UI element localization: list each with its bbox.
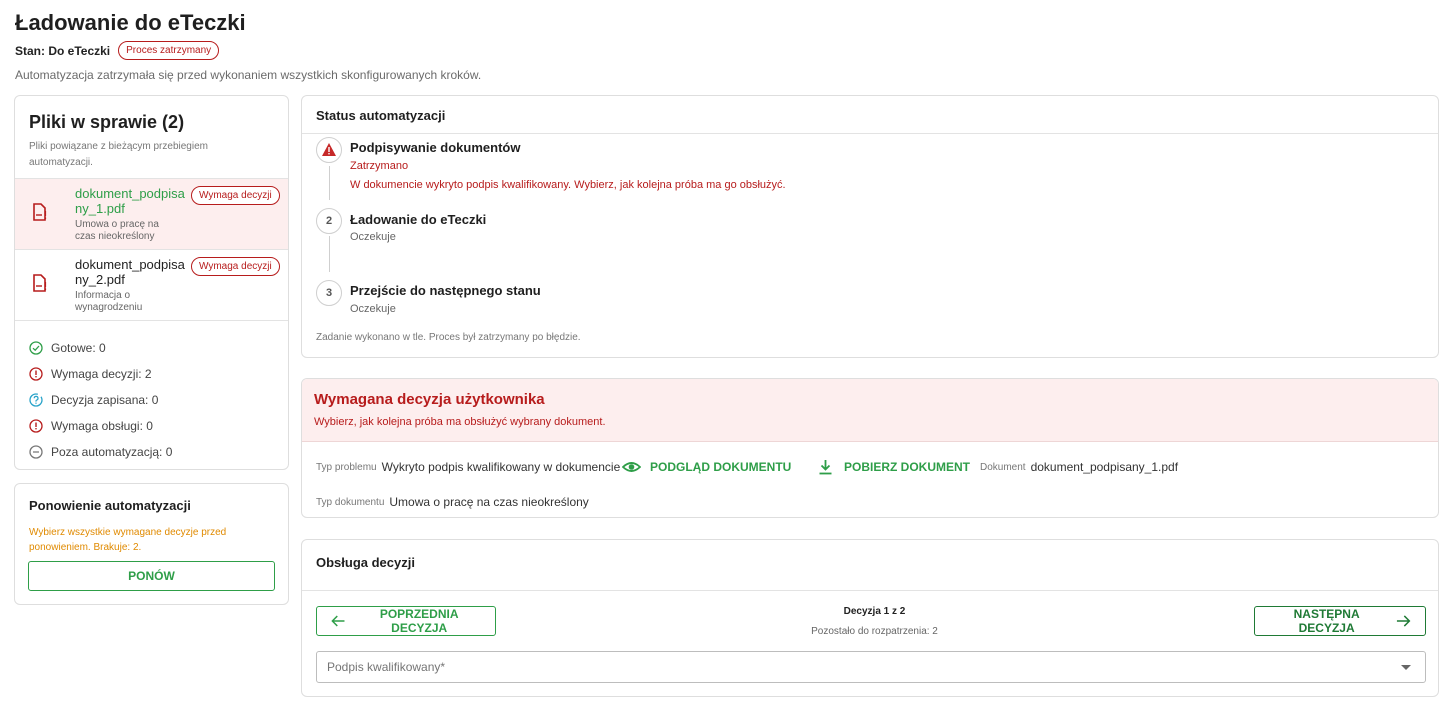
stat-ready: Gotowe: 0 [29, 335, 274, 361]
file-name: dokument_podpisany_1.pdf [75, 186, 185, 216]
step-connector [329, 166, 330, 200]
pdf-error-icon [33, 203, 47, 221]
eye-icon [622, 462, 641, 472]
download-document-button[interactable]: POBIERZ DOKUMENT [816, 459, 970, 475]
file-item-1[interactable]: dokument_podpisany_1.pdf Umowa o pracę n… [15, 179, 288, 250]
stat-outside-automation: Poza automatyzacją: 0 [29, 439, 274, 465]
problem-type: Typ problemu Wykryto podpis kwalifikowan… [316, 460, 620, 474]
retry-panel: Ponowienie automatyzacji Wybierz wszystk… [14, 483, 289, 605]
document-type-label: Typ dokumentu [316, 496, 385, 508]
stat-label: Gotowe: 0 [51, 341, 106, 355]
step-title: Przejście do następnego stanu [350, 283, 541, 298]
decision-pager: Decyzja 1 z 2 Pozostało do rozpatrzenia:… [792, 606, 957, 637]
preview-document-button[interactable]: PODGLĄD DOKUMENTU [622, 459, 791, 475]
arrow-right-icon [1397, 615, 1411, 627]
preview-document-label: PODGLĄD DOKUMENTU [650, 460, 792, 474]
file-badge: Wymaga decyzji [191, 257, 280, 276]
retry-button[interactable]: PONÓW [28, 561, 275, 591]
step-number-marker: 3 [316, 280, 342, 306]
handling-title: Obsługa decyzji [302, 540, 1438, 591]
stat-decision-saved: Decyzja zapisana: 0 [29, 387, 274, 413]
problem-type-label: Typ problemu [316, 461, 377, 473]
decision-header: Wymagana decyzja użytkownika Wybierz, ja… [302, 379, 1438, 442]
step-status: Zatrzymano [350, 160, 409, 172]
alert-circle-icon [29, 367, 43, 381]
arrow-left-icon [331, 615, 345, 627]
step-title: Podpisywanie dokumentów [350, 140, 521, 155]
files-header: Pliki w sprawie (2) Pliki powiązane z bi… [15, 96, 288, 179]
stat-needs-decision: Wymaga decyzji: 2 [29, 361, 274, 387]
file-stats: Gotowe: 0 Wymaga decyzji: 2 Decyzja zapi… [15, 321, 288, 469]
problem-type-value: Wykryto podpis kwalifikowany w dokumenci… [381, 460, 621, 474]
state-row: Stan: Do eTeczki Proces zatrzymany [15, 41, 220, 60]
document-type: Typ dokumentu Umowa o pracę na czas nieo… [316, 495, 589, 509]
step-connector [329, 236, 330, 272]
download-document-label: POBIERZ DOKUMENT [844, 460, 970, 474]
decision-required-panel: Wymagana decyzja użytkownika Wybierz, ja… [301, 378, 1439, 518]
chevron-down-icon [1401, 665, 1411, 670]
stat-needs-handling: Wymaga obsługi: 0 [29, 413, 274, 439]
step-error-marker [316, 137, 342, 163]
stat-label: Decyzja zapisana: 0 [51, 393, 159, 407]
files-panel: Pliki w sprawie (2) Pliki powiązane z bi… [14, 95, 289, 470]
files-description: Pliki powiązane z bieżącym przebiegiem a… [29, 141, 208, 168]
state-label: Stan: Do eTeczki [15, 43, 111, 58]
check-circle-icon [29, 341, 43, 355]
step-title: Ładowanie do eTeczki [350, 212, 487, 227]
previous-decision-button[interactable]: POPRZEDNIA DECYZJA [316, 606, 496, 636]
file-description: Informacja o wynagrodzeniu [75, 290, 143, 313]
decision-handling-panel: Obsługa decyzji POPRZEDNIA DECYZJA Decyz… [301, 539, 1439, 697]
step-detail: W dokumencie wykryto podpis kwalifikowan… [350, 179, 786, 191]
warning-icon [316, 137, 342, 163]
minus-circle-icon [29, 445, 43, 459]
download-icon [819, 460, 832, 475]
stat-label: Wymaga decyzji: 2 [51, 367, 152, 381]
previous-decision-label: POPRZEDNIA DECYZJA [379, 607, 459, 635]
retry-title: Ponowienie automatyzacji [29, 498, 191, 513]
page-subtitle: Automatyzacja zatrzymała się przed wykon… [15, 68, 482, 82]
next-decision-button[interactable]: NASTĘPNA DECYZJA [1254, 606, 1426, 636]
step-number-marker: 2 [316, 208, 342, 234]
status-footer: Zadanie wykonano w tle. Proces był zatrz… [316, 332, 581, 343]
document-label: Dokument [980, 461, 1026, 473]
step-status: Oczekuje [350, 303, 396, 315]
pdf-error-icon [33, 274, 47, 292]
file-item-2[interactable]: dokument_podpisany_2.pdf Informacja o wy… [15, 250, 288, 321]
automation-status-panel: Status automatyzacji Podpisywanie dokume… [301, 95, 1439, 358]
status-title: Status automatyzacji [302, 96, 1438, 134]
step-status: Oczekuje [350, 231, 396, 243]
pager-position: Decyzja 1 z 2 [843, 606, 906, 617]
files-title: Pliki w sprawie (2) [29, 112, 185, 132]
decision-title: Wymagana decyzja użytkownika [314, 391, 545, 408]
question-circle-icon [29, 393, 43, 407]
file-badge: Wymaga decyzji [191, 186, 280, 205]
decision-description: Wybierz, jak kolejna próba ma obsłużyć w… [314, 416, 606, 428]
stat-label: Wymaga obsługi: 0 [51, 419, 153, 433]
alert-circle-icon [29, 419, 43, 433]
document-name: Dokument dokument_podpisany_1.pdf [980, 460, 1178, 474]
document-value: dokument_podpisany_1.pdf [1030, 460, 1179, 474]
pager-remaining: Pozostało do rozpatrzenia: 2 [811, 626, 938, 637]
select-placeholder: Podpis kwalifikowany* [327, 660, 446, 674]
document-type-value: Umowa o pracę na czas nieokreślony [389, 495, 589, 509]
file-description: Umowa o pracę na czas nieokreślony [75, 219, 159, 242]
stat-label: Poza automatyzacją: 0 [51, 445, 173, 459]
file-name: dokument_podpisany_2.pdf [75, 257, 185, 287]
retry-note: Wybierz wszystkie wymagane decyzje przed… [29, 527, 227, 553]
status-badge: Proces zatrzymany [118, 41, 220, 60]
qualified-signature-select[interactable]: Podpis kwalifikowany* [316, 651, 1426, 683]
next-decision-label: NASTĘPNA DECYZJA [1293, 607, 1360, 635]
page-title: Ładowanie do eTeczki [15, 10, 246, 35]
